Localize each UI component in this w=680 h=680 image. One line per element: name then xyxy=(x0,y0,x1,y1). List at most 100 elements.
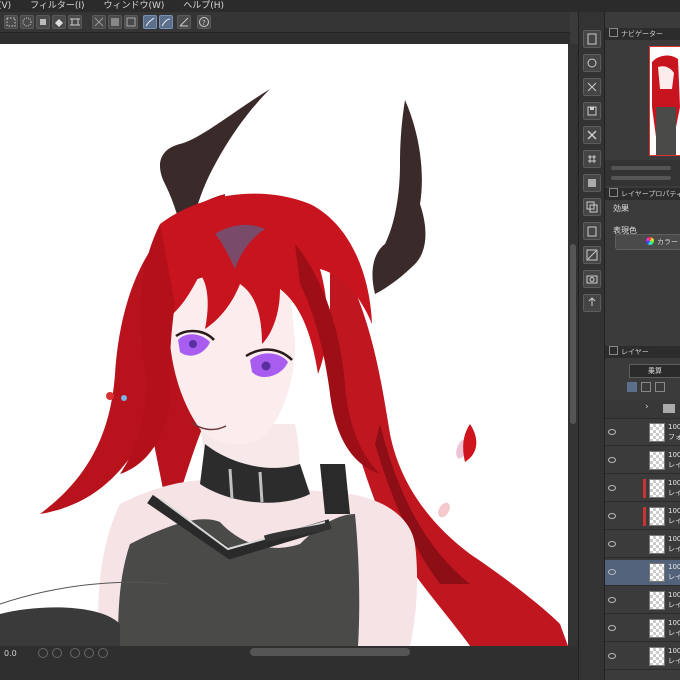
save-icon[interactable] xyxy=(583,102,601,120)
menu-view[interactable]: (V) xyxy=(0,1,11,11)
visibility-eye-icon[interactable] xyxy=(608,513,616,519)
layer-name: レイ xyxy=(668,573,680,581)
pen-curve-icon[interactable] xyxy=(159,15,173,29)
layer-row[interactable]: 100 レイ xyxy=(605,560,680,586)
reset-rotation-icon[interactable] xyxy=(98,648,108,658)
navigator-preview[interactable] xyxy=(649,46,680,156)
reference-icon[interactable] xyxy=(655,382,665,392)
visibility-eye-icon[interactable] xyxy=(608,597,616,603)
chevron-right-icon[interactable]: › xyxy=(645,402,649,412)
layer-name: レイ xyxy=(668,657,680,665)
canvas[interactable] xyxy=(0,44,568,646)
layer-name: レイ xyxy=(668,489,680,497)
folder-icon xyxy=(663,404,675,413)
open-icon[interactable] xyxy=(583,54,601,72)
help-icon[interactable]: ? xyxy=(197,15,211,29)
layer-name: レイ xyxy=(668,601,680,609)
layer-thumbnail xyxy=(649,535,665,554)
layer-row[interactable]: 100 レイ xyxy=(605,588,680,614)
paste-icon[interactable] xyxy=(583,222,601,240)
copy-icon[interactable] xyxy=(583,198,601,216)
visibility-eye-icon[interactable] xyxy=(608,457,616,463)
blend-mode-select[interactable]: 乗算 xyxy=(629,364,680,378)
layer-tab[interactable]: レイヤー xyxy=(605,346,680,358)
canvas-icon[interactable] xyxy=(108,15,122,29)
rotate-right-icon[interactable] xyxy=(84,648,94,658)
layer-property-tab-label: レイヤープロパティ xyxy=(621,190,680,198)
clip-icon[interactable] xyxy=(641,382,651,392)
zoom-out-icon[interactable] xyxy=(38,648,48,658)
menu-filter[interactable]: フィルター(I) xyxy=(30,1,85,11)
transform-icon[interactable] xyxy=(68,15,82,29)
layer-thumbnail xyxy=(649,591,665,610)
layer-color-mark xyxy=(643,507,646,526)
color-wheel-icon xyxy=(646,237,654,245)
layer-folder-row[interactable]: 100 % フォルダ xyxy=(605,420,680,446)
menu-help[interactable]: ヘルプ(H) xyxy=(183,1,224,11)
layer-opacity: 100 xyxy=(668,563,680,571)
layer-row[interactable]: 100 レイ xyxy=(605,448,680,474)
dash-select-icon[interactable] xyxy=(4,15,18,29)
vertical-scrollbar[interactable] xyxy=(568,44,578,646)
scroll-thumb[interactable] xyxy=(570,244,576,424)
visibility-eye-icon[interactable] xyxy=(608,625,616,631)
layer-name: フォルダ xyxy=(668,433,680,441)
square-icon[interactable] xyxy=(36,15,50,29)
clear-icon[interactable] xyxy=(583,78,601,96)
rotate-icon[interactable] xyxy=(20,15,34,29)
color-button-label: カラー xyxy=(657,238,678,246)
layer-name: レイ xyxy=(668,629,680,637)
folder-collapsed-row[interactable]: › xyxy=(605,400,680,419)
layer-thumbnail xyxy=(649,451,665,470)
fill-bucket-icon[interactable] xyxy=(52,15,66,29)
transform-command-icon[interactable] xyxy=(583,246,601,264)
command-bar xyxy=(578,12,605,680)
rect-select-icon[interactable] xyxy=(124,15,138,29)
visibility-eye-icon[interactable] xyxy=(608,653,616,659)
illustration xyxy=(0,89,568,646)
layer-row[interactable]: 100 レイ xyxy=(605,532,680,558)
zoom-in-icon[interactable] xyxy=(52,648,62,658)
layer-property-tab[interactable]: レイヤープロパティ xyxy=(605,188,680,200)
visibility-eye-icon[interactable] xyxy=(608,485,616,491)
horizontal-scrollbar[interactable] xyxy=(250,648,410,656)
navigator-tab[interactable]: ナビゲーター xyxy=(605,28,680,40)
visibility-eye-icon[interactable] xyxy=(608,541,616,547)
layer-row[interactable]: 100 レイ xyxy=(605,504,680,530)
status-bar: 0.0 xyxy=(0,646,578,680)
right-panel: ナビゲーター レイヤープロパティ 効果 表現色 カラー レイヤー 乗算 › 10… xyxy=(604,12,680,680)
layer-row[interactable]: 100 レイ xyxy=(605,644,680,670)
menu-window[interactable]: ウィンドウ(W) xyxy=(103,1,164,11)
camera-icon[interactable] xyxy=(583,270,601,288)
panel-icon xyxy=(609,28,618,37)
layer-thumbnail xyxy=(649,563,665,582)
grid-settings-icon[interactable] xyxy=(583,150,601,168)
rotate-left-icon[interactable] xyxy=(70,648,80,658)
visibility-eye-icon[interactable] xyxy=(608,569,616,575)
fill-icon[interactable] xyxy=(583,174,601,192)
blend-mode-value: 乗算 xyxy=(648,367,662,375)
layer-row[interactable]: 100 レイ xyxy=(605,616,680,642)
layer-thumbnail xyxy=(649,507,665,526)
svg-text:?: ? xyxy=(202,19,206,27)
menu-bar: (V) フィルター(I) ウィンドウ(W) ヘルプ(H) xyxy=(0,0,680,12)
grid-icon[interactable] xyxy=(92,15,106,29)
visibility-eye-icon[interactable] xyxy=(608,429,616,435)
navigator-sliders[interactable] xyxy=(605,160,680,186)
layer-name: レイ xyxy=(668,517,680,525)
export-icon[interactable] xyxy=(583,294,601,312)
panel-icon xyxy=(609,346,618,355)
delete-icon[interactable] xyxy=(583,126,601,144)
layer-opacity: 100 % xyxy=(668,423,680,431)
layer-row[interactable]: 100 レイ xyxy=(605,476,680,502)
layer-name: レイ xyxy=(668,461,680,469)
layer-opacity: 100 xyxy=(668,479,680,487)
command-toolbar: ? xyxy=(0,12,570,33)
layer-toolbar-icons xyxy=(627,382,677,394)
lock-icon[interactable] xyxy=(627,382,637,392)
new-file-icon[interactable] xyxy=(583,30,601,48)
ruler-icon[interactable] xyxy=(177,15,191,29)
layer-thumbnail xyxy=(649,619,665,638)
pen-icon[interactable] xyxy=(143,15,157,29)
expression-color-button[interactable]: カラー xyxy=(615,234,680,250)
